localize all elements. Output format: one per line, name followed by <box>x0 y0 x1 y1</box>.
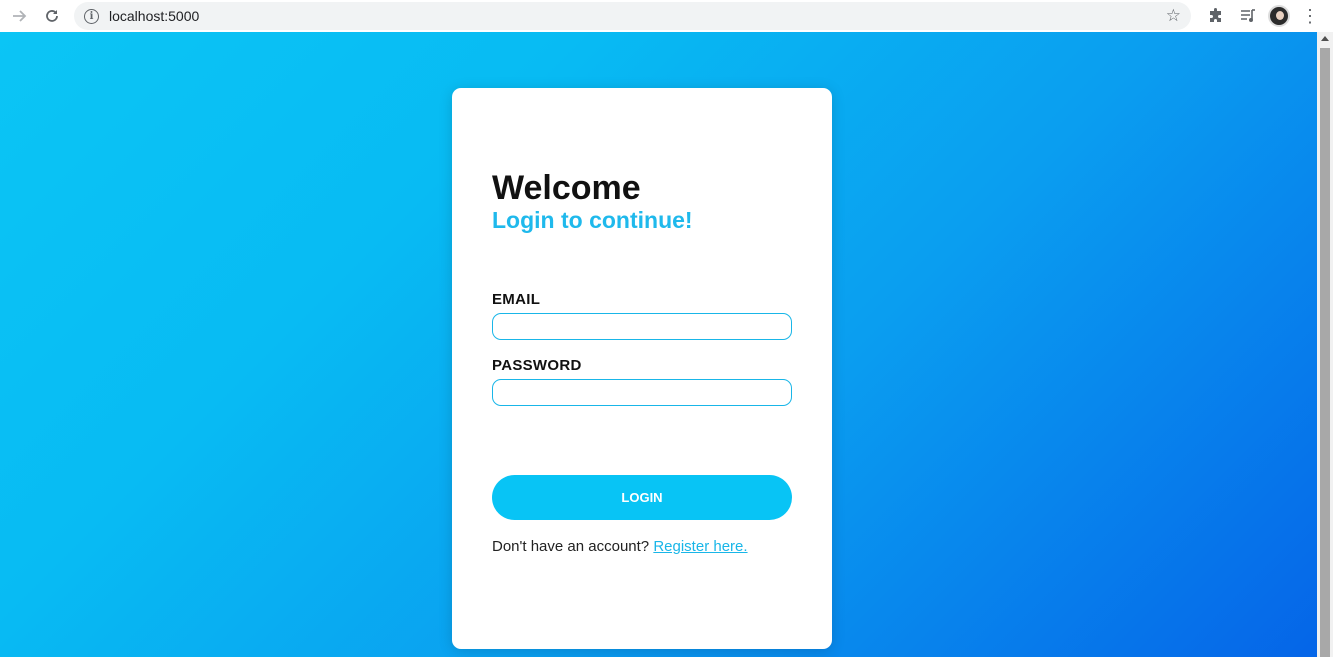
email-label: EMAIL <box>492 291 541 308</box>
email-field[interactable] <box>492 313 792 340</box>
toolbar-actions: ⋮ <box>1200 2 1320 30</box>
login-button[interactable]: LOGIN <box>492 475 792 520</box>
browser-toolbar: i localhost:5000 ☆ ⋮ <box>0 0 1333 32</box>
address-bar[interactable]: i localhost:5000 ☆ <box>74 2 1191 30</box>
scroll-up-icon[interactable] <box>1321 36 1329 41</box>
vertical-scrollbar[interactable] <box>1317 32 1333 657</box>
menu-icon[interactable]: ⋮ <box>1300 6 1320 27</box>
page-subtitle: Login to continue! <box>492 207 693 233</box>
extensions-icon[interactable] <box>1200 2 1232 30</box>
page-background: Welcome Login to continue! EMAIL PASSWOR… <box>0 32 1317 657</box>
reload-icon[interactable] <box>38 2 66 30</box>
info-icon[interactable]: i <box>84 8 99 24</box>
login-card: Welcome Login to continue! EMAIL PASSWOR… <box>452 88 832 649</box>
password-field[interactable] <box>492 379 792 406</box>
media-queue-icon[interactable] <box>1232 2 1264 30</box>
url-text[interactable]: localhost:5000 <box>109 8 199 24</box>
register-prompt: Don't have an account? <box>492 538 650 555</box>
forward-arrow-icon[interactable] <box>6 2 34 30</box>
avatar[interactable] <box>1268 5 1290 27</box>
password-label: PASSWORD <box>492 357 582 374</box>
scrollbar-thumb[interactable] <box>1320 48 1330 657</box>
register-link[interactable]: Register here. <box>653 538 747 555</box>
page-title: Welcome <box>492 169 641 207</box>
star-icon[interactable]: ☆ <box>1166 7 1181 25</box>
register-prompt-line: Don't have an account? Register here. <box>492 538 792 555</box>
